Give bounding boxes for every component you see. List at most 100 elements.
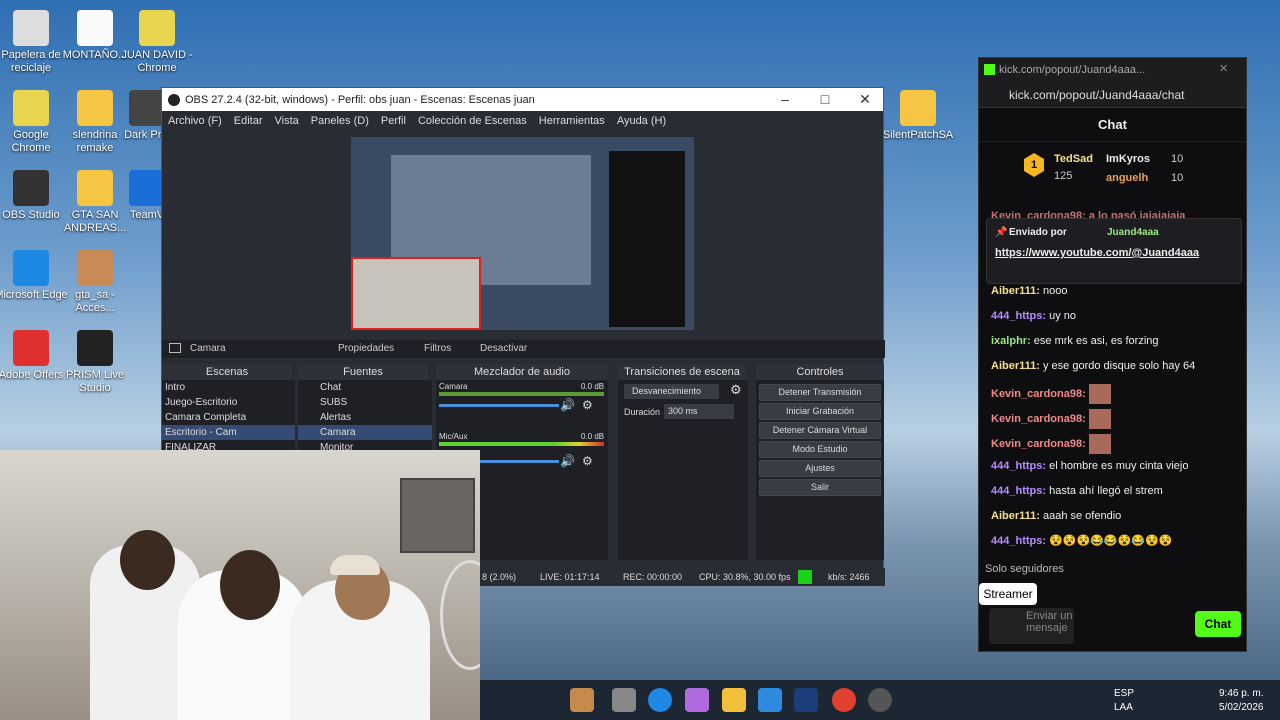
window-icon[interactable]: [612, 688, 636, 712]
obs-preview[interactable]: [351, 137, 694, 330]
source-item[interactable]: Alertas: [298, 410, 432, 425]
scenes-list: Intro Juego-Escritorio Camara Completa Escr…: [162, 380, 295, 450]
menu-item[interactable]: Perfil: [375, 115, 412, 127]
deactivate-button[interactable]: Desactivar: [480, 343, 527, 354]
chrome-icon[interactable]: [832, 688, 856, 712]
chat-username[interactable]: Aiber111:: [991, 360, 1043, 372]
chat-username[interactable]: Kevin_cardona98:: [991, 388, 1089, 400]
pinned-user[interactable]: Juand4aaa: [1107, 227, 1159, 238]
obs-titlebar[interactable]: OBS 27.2.4 (32-bit, windows) - Perfil: o…: [162, 88, 883, 111]
pinned-link[interactable]: https://www.youtube.com/@Juand4aaa: [995, 245, 1220, 261]
followers-only-label: Solo seguidores: [985, 563, 1064, 575]
desktop-icon[interactable]: PRISM Live Studio: [57, 330, 133, 395]
chat-message[interactable]: ixalphr: ese mrk es asi, es forzing: [991, 334, 1159, 348]
menu-item[interactable]: Herramientas: [533, 115, 611, 127]
minimize-icon[interactable]: –: [765, 88, 805, 111]
menu-item[interactable]: Archivo (F): [162, 115, 228, 127]
control-button[interactable]: Modo Estudio: [759, 441, 881, 458]
chat-text: hasta ahí llegó el strem: [1049, 485, 1163, 497]
top-gifter-3[interactable]: anguelh: [1106, 172, 1148, 184]
chat-message[interactable]: Kevin_cardona98:: [991, 409, 1111, 429]
folder-icon[interactable]: [722, 688, 746, 712]
mixer-header: Mezclador de audio: [436, 364, 608, 380]
copilot-icon[interactable]: [685, 688, 709, 712]
chat-username[interactable]: Kevin_cardona98:: [991, 413, 1089, 425]
control-button[interactable]: Detener Transmisión: [759, 384, 881, 401]
menu-item[interactable]: Vista: [269, 115, 305, 127]
transition-select[interactable]: Desvanecimiento: [624, 384, 719, 399]
control-button[interactable]: Iniciar Grabación: [759, 403, 881, 420]
chat-message[interactable]: Aiber111: nooo: [991, 284, 1067, 298]
top-gifter-3-count: 10: [1171, 172, 1184, 184]
chat-username[interactable]: Kevin_cardona98:: [991, 438, 1089, 450]
chat-message[interactable]: Aiber111: y ese gordo disque solo hay 64: [991, 359, 1195, 373]
send-chat-button[interactable]: Chat: [1195, 611, 1241, 637]
folder-icon: [77, 90, 113, 126]
chat-username[interactable]: 444_https:: [991, 485, 1049, 497]
top-gifter-2[interactable]: ImKyros: [1106, 153, 1150, 165]
chat-username[interactable]: 444_https:: [991, 460, 1049, 472]
chat-username[interactable]: Aiber111:: [991, 285, 1043, 297]
gear-icon[interactable]: ⚙: [582, 454, 593, 468]
gear-icon[interactable]: ⚙: [730, 382, 742, 398]
b-app-icon[interactable]: [794, 688, 818, 712]
chat-message[interactable]: 444_https: el hombre es muy cinta viejo: [991, 459, 1188, 473]
chat-username[interactable]: Aiber111:: [991, 510, 1043, 522]
chat-input[interactable]: Enviar un mensaje: [989, 608, 1074, 644]
chat-username[interactable]: 444_https:: [991, 535, 1049, 547]
menu-item[interactable]: Ayuda (H): [611, 115, 672, 127]
source-item[interactable]: Monitor: [298, 440, 432, 450]
desktop-icon[interactable]: SilentPatchSA: [880, 90, 956, 142]
scene-item[interactable]: Intro: [162, 380, 295, 395]
maximize-icon[interactable]: □: [805, 88, 845, 111]
menu-item[interactable]: Paneles (D): [305, 115, 375, 127]
chat-message[interactable]: 444_https: 😵😵😵😂😂😵😂😵😵: [991, 534, 1172, 548]
filters-button[interactable]: Filtros: [424, 343, 451, 354]
pinned-label: Enviado por: [1009, 227, 1067, 238]
scene-item[interactable]: Juego-Escritorio: [162, 395, 295, 410]
news-icon[interactable]: [570, 688, 594, 712]
lang-layout[interactable]: LAA: [1114, 702, 1133, 713]
clock-date[interactable]: 5/02/2026: [1219, 702, 1264, 713]
clock-time[interactable]: 9:46 p. m.: [1219, 688, 1263, 699]
obs-icon[interactable]: [868, 688, 892, 712]
desktop-icon[interactable]: JUAN DAVID - Chrome: [119, 10, 195, 75]
desktop-icon[interactable]: gta_sa - Acces...: [57, 250, 133, 315]
chat-username[interactable]: 444_https:: [991, 310, 1049, 322]
menu-item[interactable]: Colección de Escenas: [412, 115, 533, 127]
kick-chat-window[interactable]: kick.com/popout/Juand4aaa... ✕ kick.com/…: [978, 57, 1247, 652]
image-icon: [77, 250, 113, 286]
menu-item[interactable]: Editar: [228, 115, 269, 127]
chrome-icon: [13, 90, 49, 126]
scene-item[interactable]: Camara Completa: [162, 410, 295, 425]
selected-camera-source[interactable]: [351, 257, 481, 330]
lang-code[interactable]: ESP: [1114, 688, 1134, 699]
control-button[interactable]: Detener Cámara Virtual: [759, 422, 881, 439]
control-button[interactable]: Ajustes: [759, 460, 881, 477]
chat-message[interactable]: 444_https: hasta ahí llegó el strem: [991, 484, 1163, 498]
duration-input[interactable]: 300 ms: [664, 404, 734, 419]
close-icon[interactable]: ✕: [845, 88, 885, 111]
control-button[interactable]: Salir: [759, 479, 881, 496]
close-icon[interactable]: ✕: [1219, 62, 1228, 75]
source-item[interactable]: Chat: [298, 380, 432, 395]
kick-url[interactable]: kick.com/popout/Juand4aaa/chat: [1009, 88, 1184, 102]
volume-slider-1[interactable]: [439, 404, 559, 407]
edge-icon[interactable]: [648, 688, 672, 712]
source-item[interactable]: Camara: [298, 425, 432, 440]
scene-item[interactable]: Escritorio - Cam: [162, 425, 295, 440]
source-item[interactable]: SUBS: [298, 395, 432, 410]
pinned-message[interactable]: 📌 Enviado por Juand4aaa https://www.yout…: [986, 218, 1242, 284]
scene-item[interactable]: FINALIZAR: [162, 440, 295, 450]
top-gifter-1[interactable]: TedSad: [1054, 153, 1093, 165]
chat-message[interactable]: Aiber111: aaah se ofendio: [991, 509, 1121, 523]
speaker-icon[interactable]: 🔊: [560, 398, 575, 412]
store-icon[interactable]: [758, 688, 782, 712]
speaker-icon[interactable]: 🔊: [560, 454, 575, 468]
chat-username[interactable]: ixalphr:: [991, 335, 1034, 347]
chat-message[interactable]: Kevin_cardona98:: [991, 434, 1111, 454]
chat-message[interactable]: Kevin_cardona98:: [991, 384, 1111, 404]
chat-message[interactable]: 444_https: uy no: [991, 309, 1076, 323]
properties-button[interactable]: Propiedades: [338, 343, 394, 354]
gear-icon[interactable]: ⚙: [582, 398, 593, 412]
